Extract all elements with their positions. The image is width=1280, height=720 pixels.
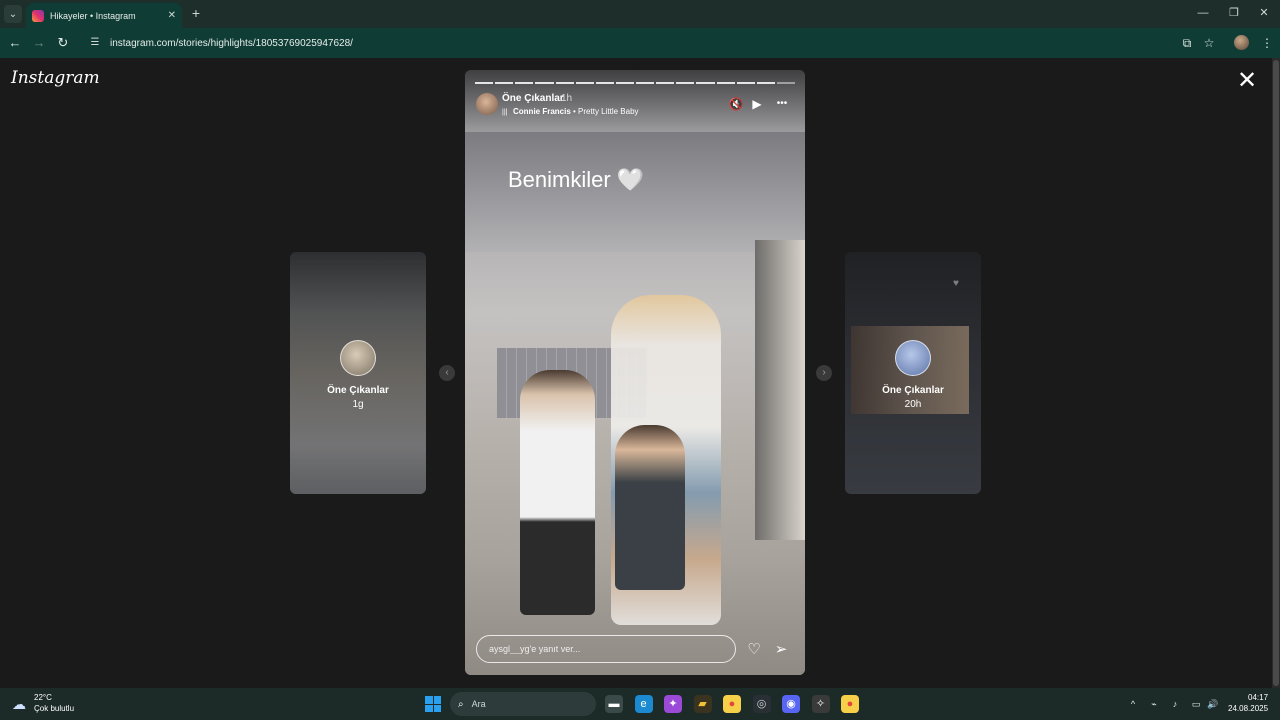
- progress-segment: [595, 82, 614, 84]
- preview-name: Öne Çıkanlar: [327, 385, 389, 396]
- copilot-icon[interactable]: ✦: [664, 695, 682, 713]
- more-options-icon[interactable]: •••: [772, 96, 792, 112]
- site-info-icon[interactable]: ☰: [88, 36, 102, 50]
- preview-name: Öne Çıkanlar: [882, 385, 944, 396]
- forward-button[interactable]: →: [30, 34, 48, 52]
- music-artist: Connie Francis: [513, 107, 571, 116]
- story-photo-girl: [615, 425, 685, 590]
- progress-segment: [676, 82, 695, 84]
- progress-segment: [475, 82, 494, 84]
- display-icon[interactable]: ▭: [1189, 697, 1203, 711]
- tab-title: Hikayeler • Instagram: [50, 10, 136, 21]
- preview-time: 20h: [904, 399, 922, 410]
- profile-avatar[interactable]: [1234, 35, 1249, 50]
- edge-icon[interactable]: e: [634, 695, 653, 713]
- weather-cloud-icon[interactable]: ☁: [12, 695, 30, 713]
- browser-tab-bar: ⌄ Hikayeler • Instagram ✕ + — ❐ ✕: [0, 0, 1280, 28]
- music-separator: •: [570, 107, 579, 116]
- scrollbar-thumb[interactable]: [1273, 60, 1279, 686]
- network-icon[interactable]: ⌁: [1147, 697, 1161, 711]
- story-time: 1h: [561, 93, 573, 104]
- close-stories-button[interactable]: ✕: [1236, 69, 1258, 93]
- preview-time: 1g: [352, 399, 364, 410]
- reload-button[interactable]: ↻: [54, 34, 72, 52]
- tab-close-icon[interactable]: ✕: [168, 10, 176, 21]
- progress-segment: [495, 82, 514, 84]
- reply-input[interactable]: [476, 635, 736, 663]
- progress-segment: [555, 82, 574, 84]
- taskbar-search[interactable]: ⌕ Ara: [450, 692, 596, 716]
- story-card[interactable]: Öne Çıkanlar 1h ||| Connie Francis • Pret…: [465, 70, 805, 675]
- address-bar[interactable]: ☰ instagram.com/stories/highlights/18053…: [80, 31, 1230, 55]
- microphone-icon[interactable]: ♪: [1168, 697, 1182, 711]
- play-icon[interactable]: ▶: [749, 96, 765, 112]
- story-username[interactable]: Öne Çıkanlar: [502, 93, 564, 104]
- chrome-active-icon[interactable]: ●: [841, 695, 859, 713]
- previous-story-preview[interactable]: Öne Çıkanlar 1g: [290, 252, 426, 494]
- progress-segment: [776, 82, 795, 84]
- stories-viewer: Instagram ✕ Öne Çıkanlar 1g ‹ Öne Çıkanl…: [0, 58, 1272, 688]
- url-text[interactable]: instagram.com/stories/highlights/1805376…: [110, 38, 353, 49]
- progress-segment: [515, 82, 534, 84]
- music-title: Pretty Little Baby: [578, 107, 639, 116]
- progress-segment: [636, 82, 655, 84]
- browser-toolbar: ← → ↻ ☰ instagram.com/stories/highlights…: [0, 28, 1280, 58]
- progress-segment: [696, 82, 715, 84]
- back-button[interactable]: ←: [6, 34, 24, 52]
- minimize-button[interactable]: —: [1193, 5, 1213, 21]
- next-story-arrow-icon[interactable]: ›: [816, 365, 832, 381]
- progress-segment: [656, 82, 675, 84]
- tray-chevron-icon[interactable]: ^: [1126, 697, 1140, 711]
- instagram-logo[interactable]: Instagram: [11, 68, 100, 88]
- git-icon[interactable]: ✧: [811, 695, 830, 713]
- share-send-icon[interactable]: ➢: [771, 640, 791, 660]
- windows-start-icon[interactable]: [425, 696, 441, 712]
- chrome-icon[interactable]: ●: [723, 695, 741, 713]
- progress-segment: [736, 82, 755, 84]
- mute-icon[interactable]: 🔇: [728, 96, 744, 112]
- preview-avatar: [895, 340, 931, 376]
- clock-date[interactable]: 24.08.2025: [1228, 704, 1268, 713]
- search-label: Ara: [471, 699, 486, 709]
- search-icon: ⌕: [458, 698, 464, 710]
- windows-taskbar: ☁ 22°C Çok bulutlu ⌕ Ara ▬ e ✦ ▰ ● ◎ ◉ ✧ ● ^ ⌁ ♪…: [0, 688, 1280, 720]
- next-story-preview[interactable]: ♥ Öne Çıkanlar 20h: [845, 252, 981, 494]
- bookmark-star-icon[interactable]: ☆: [1200, 34, 1218, 52]
- clock-time[interactable]: 04:17: [1248, 693, 1268, 702]
- steam-icon[interactable]: ◎: [752, 695, 771, 713]
- story-progress-bar: [475, 82, 795, 84]
- progress-segment: [756, 82, 775, 84]
- progress-segment: [716, 82, 735, 84]
- restore-button[interactable]: ❐: [1224, 5, 1244, 21]
- story-caption: Benimkiler 🤍: [508, 167, 644, 193]
- folders-icon[interactable]: ▰: [693, 695, 712, 713]
- progress-segment: [615, 82, 634, 84]
- weather-description[interactable]: Çok bulutlu: [34, 704, 74, 713]
- previous-story-arrow-icon[interactable]: ‹: [439, 365, 455, 381]
- page-scrollbar[interactable]: [1272, 58, 1280, 688]
- volume-icon[interactable]: 🔊: [1206, 697, 1220, 711]
- story-music-info[interactable]: ||| Connie Francis • Pretty Little Baby: [502, 107, 639, 116]
- preview-avatar: [340, 340, 376, 376]
- instagram-favicon-icon: [32, 9, 44, 22]
- white-heart-icon: 🤍: [616, 167, 645, 192]
- story-photo-door: [755, 240, 805, 540]
- story-photo-boy: [520, 370, 595, 615]
- caption-text: Benimkiler: [508, 167, 611, 192]
- like-heart-icon[interactable]: ♡: [744, 640, 764, 660]
- new-tab-button[interactable]: +: [188, 5, 204, 21]
- progress-segment: [535, 82, 554, 84]
- install-app-icon[interactable]: ⧉: [1178, 34, 1196, 52]
- tab-instagram[interactable]: Hikayeler • Instagram ✕: [26, 3, 182, 28]
- weather-temperature[interactable]: 22°C: [34, 693, 52, 702]
- file-explorer-icon[interactable]: ▬: [605, 695, 623, 713]
- browser-menu-icon[interactable]: ⋮: [1258, 34, 1276, 52]
- story-avatar[interactable]: [476, 93, 498, 115]
- discord-icon[interactable]: ◉: [782, 695, 800, 713]
- window-close-button[interactable]: ✕: [1254, 5, 1274, 21]
- music-bars-icon: |||: [502, 109, 508, 116]
- tab-list-button[interactable]: ⌄: [4, 5, 22, 23]
- progress-segment: [575, 82, 594, 84]
